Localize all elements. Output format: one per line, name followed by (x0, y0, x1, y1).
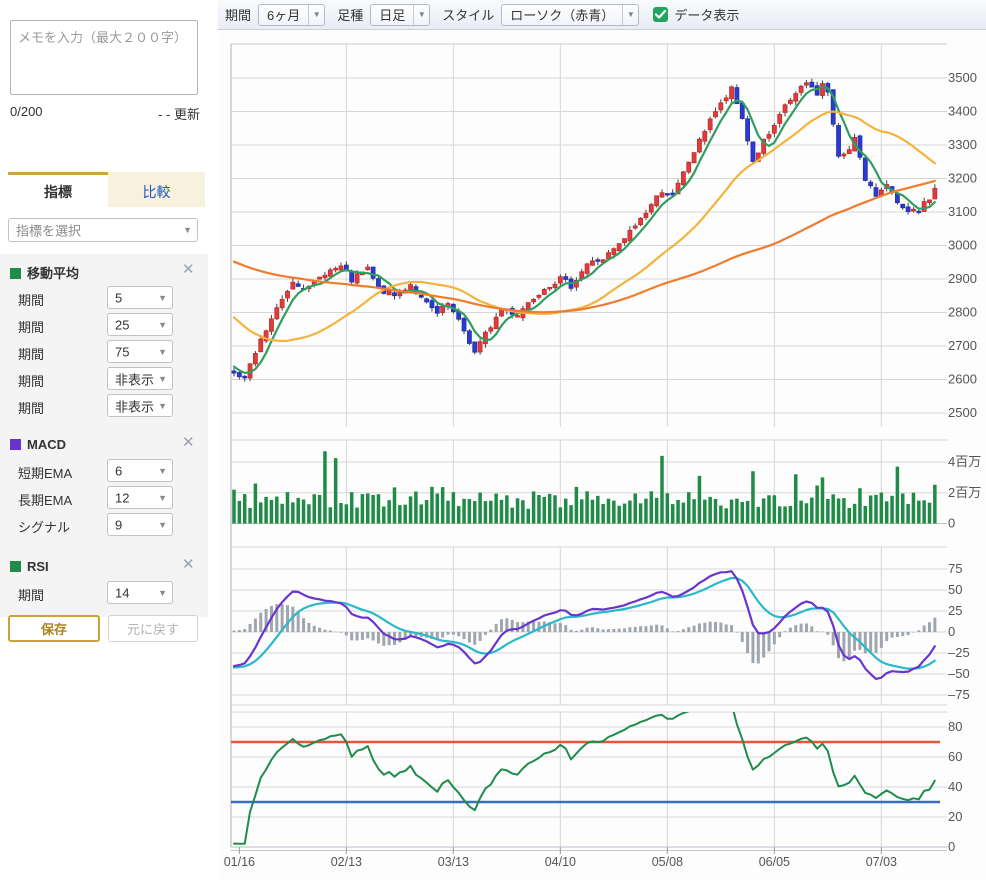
chevron-down-icon: ▼ (622, 5, 638, 25)
close-icon[interactable]: ✕ (182, 558, 196, 572)
svg-text:0: 0 (948, 839, 955, 854)
svg-text:2百万: 2百万 (948, 485, 981, 500)
svg-text:4百万: 4百万 (948, 454, 981, 469)
svg-text:20: 20 (948, 809, 962, 824)
bartype-select[interactable]: 日足 ▼ (370, 4, 430, 26)
rsi-group-title: RSI (27, 559, 49, 574)
style-select[interactable]: ローソク（赤青） ▼ (501, 4, 639, 26)
chevron-down-icon: ▼ (158, 588, 167, 598)
svg-text:–25: –25 (948, 645, 970, 660)
ma-color-swatch (10, 268, 21, 279)
chart-toolbar: 期間 6ヶ月 ▼ 足種 日足 ▼ スタイル ローソク（赤青） ▼ データ表示 (218, 0, 986, 30)
save-button[interactable]: 保存 (8, 615, 100, 642)
macd-slow-select[interactable]: 12 ▼ (107, 486, 173, 509)
macd-fast-select[interactable]: 6 ▼ (107, 459, 173, 482)
ma-period-5-select[interactable]: 非表示 ▼ (107, 394, 173, 417)
chevron-down-icon: ▼ (158, 374, 167, 384)
chevron-down-icon: ▼ (158, 293, 167, 303)
chevron-down-icon: ▼ (308, 5, 324, 25)
period-select[interactable]: 6ヶ月 ▼ (258, 4, 325, 26)
chart-canvas[interactable]: 3500 3400 3300 3200 3100 3000 2900 2800 2700 2600… (218, 0, 986, 880)
indicator-group-rsi: RSI ✕ 期間 14 ▼ (0, 549, 208, 617)
chevron-down-icon: ▼ (158, 347, 167, 357)
svg-text:0: 0 (948, 516, 955, 531)
svg-text:25: 25 (948, 603, 962, 618)
svg-text:3100: 3100 (948, 204, 977, 219)
svg-text:3500: 3500 (948, 70, 977, 85)
rsi-color-swatch (10, 561, 21, 572)
memo-update-link[interactable]: - - 更新 (158, 104, 200, 123)
svg-text:05/08: 05/08 (652, 855, 683, 869)
svg-text:50: 50 (948, 582, 962, 597)
chevron-down-icon: ▼ (158, 401, 167, 411)
chevron-down-icon: ▼ (158, 320, 167, 330)
svg-text:80: 80 (948, 719, 962, 734)
svg-text:02/13: 02/13 (331, 855, 362, 869)
svg-text:0: 0 (948, 624, 955, 639)
svg-text:40: 40 (948, 779, 962, 794)
close-icon[interactable]: ✕ (182, 263, 196, 277)
sidebar: 0/200 - - 更新 指標 比較 指標を選択 ▼ 移動平均 ✕ 期間 5 ▼… (0, 0, 218, 880)
svg-text:01/16: 01/16 (224, 855, 255, 869)
tab-indicators[interactable]: 指標 (8, 172, 108, 207)
close-icon[interactable]: ✕ (182, 436, 196, 450)
chevron-down-icon: ▼ (183, 225, 192, 235)
period-label: 期間 (225, 5, 251, 24)
ma-period-2-select[interactable]: 25 ▼ (107, 313, 173, 336)
svg-text:2500: 2500 (948, 405, 977, 420)
indicator-group-ma: 移動平均 ✕ 期間 5 ▼ 期間 25 ▼ 期間 75 ▼ 期間 非表示 ▼ (0, 254, 208, 430)
chevron-down-icon: ▼ (158, 493, 167, 503)
macd-color-swatch (10, 439, 21, 450)
svg-text:06/05: 06/05 (759, 855, 790, 869)
data-display-checkbox[interactable] (653, 7, 668, 22)
svg-text:3300: 3300 (948, 137, 977, 152)
check-icon (655, 10, 666, 19)
indicator-group-macd: MACD ✕ 短期EMA 6 ▼ 長期EMA 12 ▼ シグナル 9 ▼ (0, 427, 208, 549)
ma-group-title: 移動平均 (27, 266, 79, 281)
stock-chart-app: 0/200 - - 更新 指標 比較 指標を選択 ▼ 移動平均 ✕ 期間 5 ▼… (0, 0, 986, 880)
svg-text:2900: 2900 (948, 271, 977, 286)
ma-period-1-select[interactable]: 5 ▼ (107, 286, 173, 309)
reset-button[interactable]: 元に戻す (108, 615, 198, 642)
svg-text:3000: 3000 (948, 238, 977, 253)
ma-period-3-select[interactable]: 75 ▼ (107, 340, 173, 363)
svg-text:03/13: 03/13 (438, 855, 469, 869)
chart-area: 期間 6ヶ月 ▼ 足種 日足 ▼ スタイル ローソク（赤青） ▼ データ表示 3 (218, 0, 986, 880)
svg-text:2700: 2700 (948, 338, 977, 353)
svg-text:–50: –50 (948, 666, 970, 681)
svg-text:2800: 2800 (948, 305, 977, 320)
bartype-label: 足種 (337, 5, 363, 24)
memo-char-counter: 0/200 (10, 104, 43, 119)
svg-text:75: 75 (948, 561, 962, 576)
macd-signal-select[interactable]: 9 ▼ (107, 513, 173, 536)
macd-group-title: MACD (27, 437, 66, 452)
tab-compare[interactable]: 比較 (108, 172, 205, 207)
svg-text:07/03: 07/03 (866, 855, 897, 869)
style-label: スタイル (442, 5, 494, 24)
svg-text:04/10: 04/10 (545, 855, 576, 869)
svg-text:2600: 2600 (948, 372, 977, 387)
svg-text:3400: 3400 (948, 104, 977, 119)
svg-text:60: 60 (948, 749, 962, 764)
indicator-select[interactable]: 指標を選択 ▼ (8, 218, 198, 242)
svg-text:–75: –75 (948, 687, 970, 702)
rsi-period-select[interactable]: 14 ▼ (107, 581, 173, 604)
chevron-down-icon: ▼ (158, 520, 167, 530)
memo-input[interactable] (10, 20, 198, 95)
ma-period-4-select[interactable]: 非表示 ▼ (107, 367, 173, 390)
chevron-down-icon: ▼ (413, 5, 429, 25)
svg-text:3200: 3200 (948, 171, 977, 186)
data-display-label: データ表示 (674, 5, 739, 24)
chevron-down-icon: ▼ (158, 466, 167, 476)
